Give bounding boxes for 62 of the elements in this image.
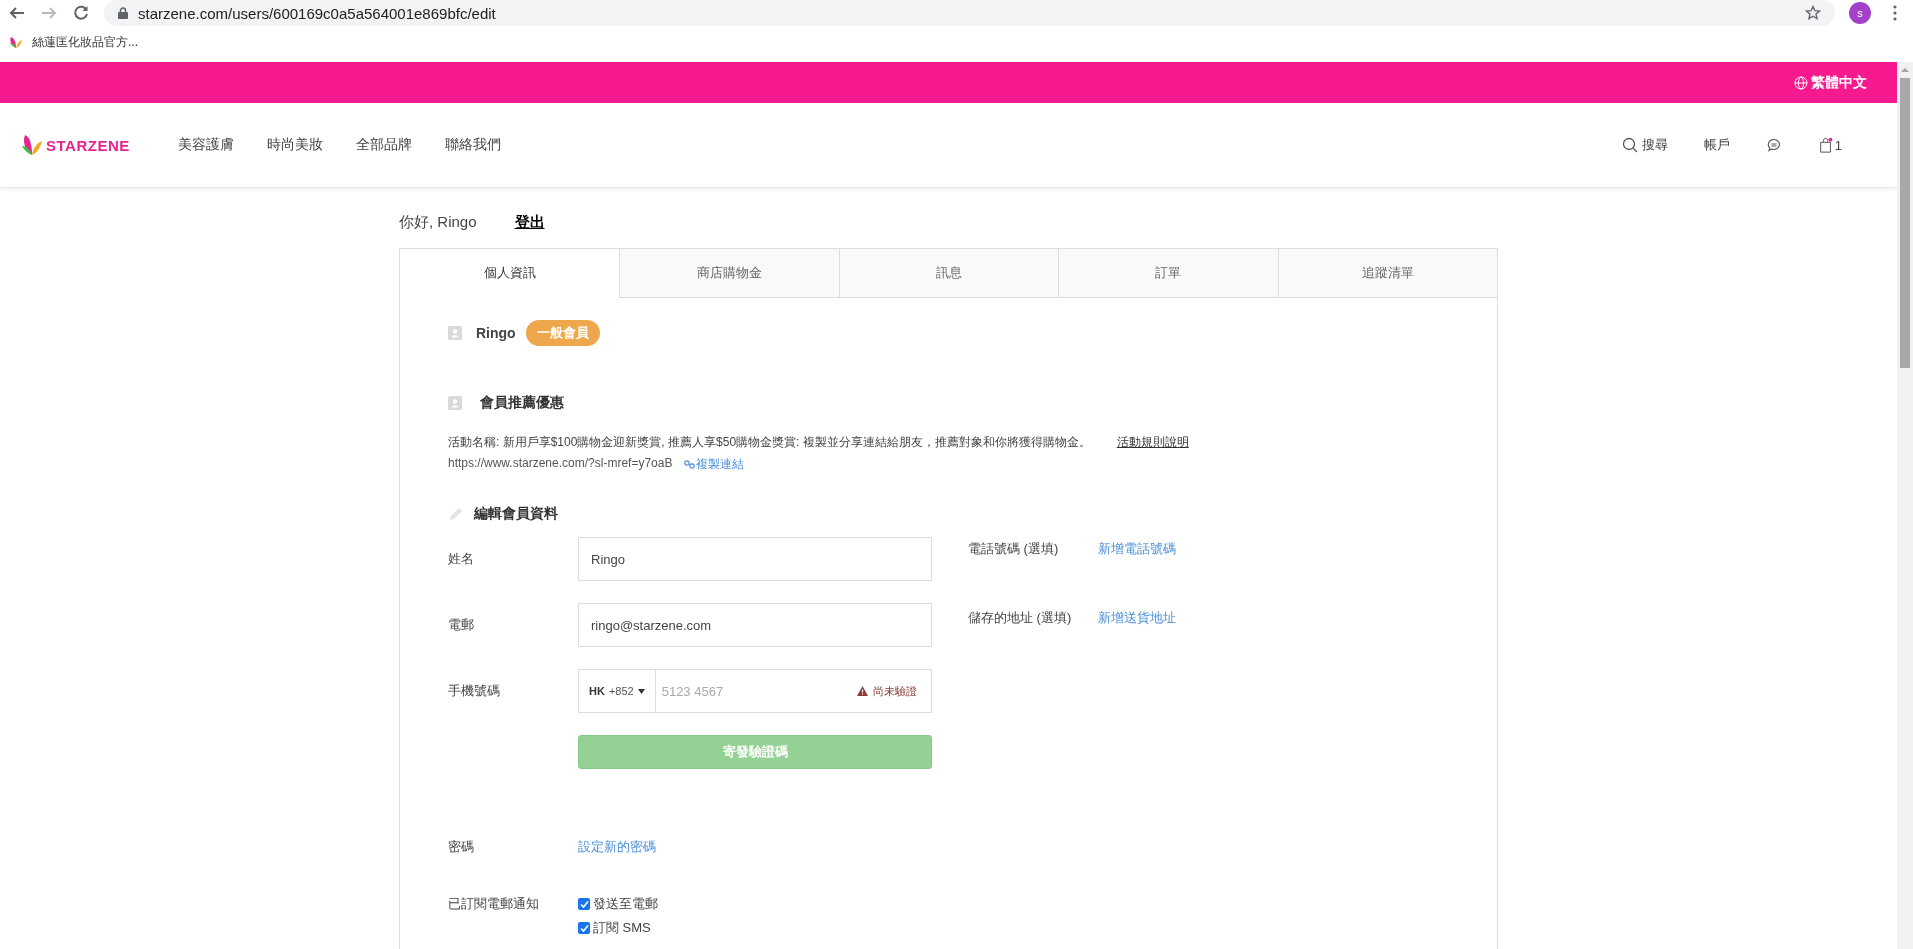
greeting-text: 你好, Ringo bbox=[399, 212, 477, 232]
butterfly-icon bbox=[8, 34, 24, 50]
field-label: 儲存的地址 (選填) bbox=[968, 609, 1073, 627]
bookmark-link[interactable]: 絲蓮匡化妝品官方... bbox=[32, 33, 138, 51]
field-label: 已訂閱電郵通知 bbox=[448, 895, 540, 913]
field-label: 密碼 bbox=[448, 838, 475, 856]
logout-link[interactable]: 登出 bbox=[514, 212, 545, 232]
set-password-link[interactable]: 設定新的密碼 bbox=[578, 838, 656, 856]
unverified-status: 尚未驗證 bbox=[857, 683, 931, 699]
section-title: 編輯會員資料 bbox=[474, 505, 558, 523]
account-link[interactable]: 帳戶 bbox=[1703, 136, 1730, 154]
search-icon bbox=[1621, 137, 1638, 153]
language-selector[interactable]: 繁體中文 bbox=[1794, 73, 1867, 92]
profile-avatar[interactable]: s bbox=[1849, 2, 1871, 24]
member-name: Ringo bbox=[476, 325, 516, 341]
search-button[interactable]: 搜尋 bbox=[1621, 136, 1668, 154]
url-text: starzene.com/users/600169c0a5a564001e869bfc/edit bbox=[138, 4, 496, 22]
menu-icon[interactable] bbox=[1893, 5, 1897, 21]
referral-description: 活動名稱: 新用戶享$100購物金迎新獎賞, 推薦人享$50購物金獎賞: 複製並分享連結給朋友，推薦對象和你將獲得購物金。 bbox=[448, 434, 1091, 451]
add-link[interactable]: 新增電話號碼 bbox=[1098, 540, 1176, 606]
account-tab[interactable]: 商店購物金 bbox=[619, 249, 839, 298]
star-icon[interactable] bbox=[1805, 5, 1821, 21]
reload-icon[interactable] bbox=[72, 4, 90, 22]
copy-link[interactable]: 複製連結 bbox=[684, 456, 745, 473]
email-field[interactable]: ringo@starzene.com bbox=[578, 603, 932, 647]
shopping-bag-icon bbox=[1817, 137, 1834, 153]
rules-link[interactable]: 活動規則說明 bbox=[1116, 434, 1189, 451]
globe-icon bbox=[1794, 75, 1808, 90]
checkbox[interactable] bbox=[578, 922, 590, 934]
nav-link[interactable]: 聯絡我們 bbox=[444, 136, 501, 154]
checkbox[interactable] bbox=[578, 898, 590, 910]
contact-card-icon bbox=[448, 326, 462, 340]
add-link[interactable]: 新增送貨地址 bbox=[1098, 609, 1176, 675]
address-bar[interactable]: starzene.com/users/600169c0a5a564001e869bfc/edit bbox=[104, 0, 1835, 26]
account-tab[interactable]: 訊息 bbox=[838, 249, 1059, 298]
warning-icon bbox=[857, 686, 868, 696]
lock-icon bbox=[118, 7, 128, 19]
nav-link[interactable]: 全部品牌 bbox=[355, 136, 412, 154]
link-icon bbox=[684, 460, 696, 469]
cart-button[interactable]: 1 bbox=[1817, 137, 1842, 153]
field-label: 電郵 bbox=[448, 616, 475, 634]
phone-field[interactable]: HK +852 5123 4567 尚未驗證 bbox=[578, 669, 932, 713]
member-level-badge: 一般會員 bbox=[525, 320, 600, 346]
account-tab[interactable]: 訂單 bbox=[1058, 249, 1278, 298]
name-field[interactable]: Ringo bbox=[578, 537, 932, 581]
field-label: 電話號碼 (選填) bbox=[968, 540, 1060, 558]
referral-url: https://www.starzene.com/?sl-mref=y7oaB bbox=[448, 456, 673, 472]
scrollbar-thumb[interactable] bbox=[1900, 78, 1910, 368]
pencil-icon bbox=[448, 506, 464, 522]
nav-link[interactable]: 時尚美妝 bbox=[266, 136, 323, 154]
account-tab[interactable]: 追蹤清單 bbox=[1277, 249, 1497, 298]
field-label: 手機號碼 bbox=[448, 682, 501, 700]
section-title: 會員推薦優惠 bbox=[480, 394, 564, 412]
brand-logo[interactable]: STARZENE bbox=[20, 131, 130, 159]
country-code-dropdown[interactable]: HK +852 bbox=[579, 670, 656, 712]
checkbox-label: 訂閱 SMS bbox=[593, 919, 651, 937]
field-label: 姓名 bbox=[448, 550, 475, 568]
nav-link[interactable]: 美容護膚 bbox=[177, 136, 234, 154]
caret-icon bbox=[637, 688, 645, 694]
contact-card-icon bbox=[448, 396, 462, 410]
checkbox-label: 發送至電郵 bbox=[593, 895, 658, 913]
chat-icon[interactable] bbox=[1765, 137, 1782, 153]
